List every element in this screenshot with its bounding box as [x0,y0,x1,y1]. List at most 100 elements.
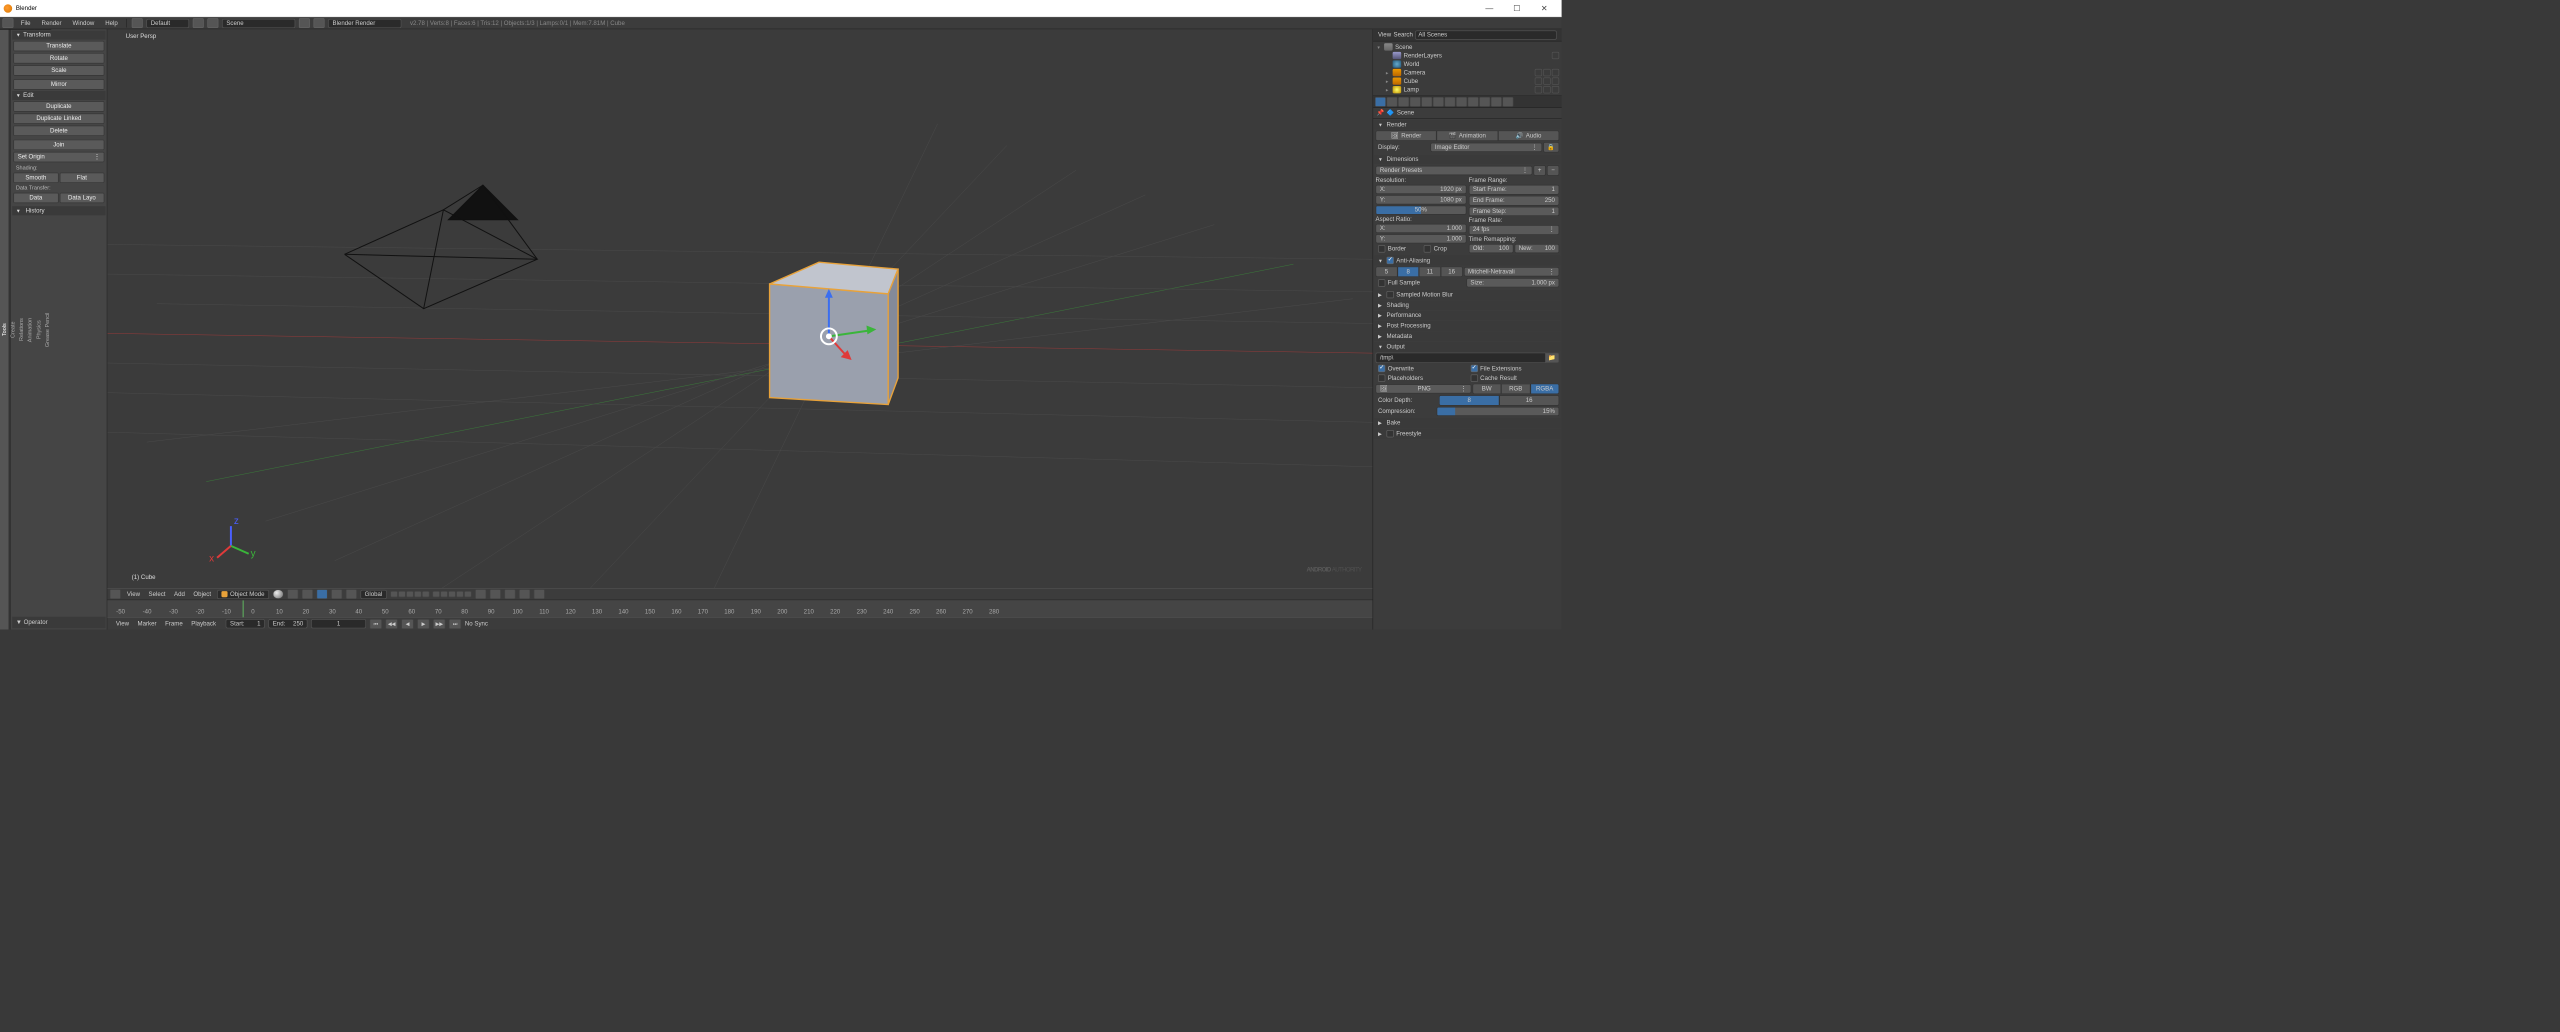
full-sample-checkbox[interactable] [1378,279,1385,286]
layer-buttons[interactable] [390,591,471,597]
viewmenu-select[interactable]: Select [146,590,168,598]
crop-checkbox[interactable] [1424,245,1431,252]
fps-dropdown[interactable]: 24 fps⋮ [1469,225,1560,235]
rotate-manipulator-icon[interactable] [331,589,342,599]
viewmenu-object[interactable]: Object [191,590,214,598]
tab-relations[interactable]: Relations [17,29,26,629]
lock-camera-icon[interactable] [475,589,486,599]
aspect-y-field[interactable]: Y:1.000 [1376,234,1467,243]
outliner-search[interactable]: Search [1394,32,1413,39]
outliner-tree[interactable]: ▾SceneRenderLayersWorld▸Camera▸Cube▸Lamp [1373,41,1561,95]
frame-step-prop[interactable]: Frame Step:1 [1469,206,1560,216]
depth-8[interactable]: 8 [1439,395,1499,405]
screen-layout-dropdown[interactable]: Default [146,19,189,28]
render-presets-dropdown[interactable]: Render Presets⋮ [1376,166,1533,175]
remove-layout-button[interactable] [207,18,218,28]
output-path-field[interactable]: /tmp\ [1376,353,1546,363]
color-rgba[interactable]: RGBA [1530,384,1559,394]
tlmenu-marker[interactable]: Marker [135,620,159,628]
renderable-icon[interactable] [1552,77,1559,84]
renderable-icon[interactable] [1552,86,1559,93]
color-rgb[interactable]: RGB [1501,384,1530,394]
tab-material-icon[interactable] [1468,97,1479,107]
aa-8[interactable]: 8 [1397,267,1419,277]
snap-type-icon[interactable] [504,589,515,599]
freestyle-panel-header[interactable]: ▶Freestyle [1374,429,1560,439]
translate-manipulator-icon[interactable] [316,589,327,599]
res-percent-field[interactable]: 50% [1376,206,1467,215]
tab-tools[interactable]: Tools [0,29,9,629]
pivot-button[interactable] [287,589,298,599]
performance-panel-header[interactable]: ▶Performance [1374,311,1560,320]
tab-texture-icon[interactable] [1479,97,1490,107]
copy-pose-icon[interactable] [534,589,545,599]
tlmenu-view[interactable]: View [113,620,131,628]
border-checkbox[interactable] [1378,245,1385,252]
menu-window[interactable]: Window [69,19,98,27]
scene-dropdown[interactable]: Scene [222,19,295,28]
play-reverse-button[interactable]: ◀ [401,619,413,629]
menu-file[interactable]: File [17,19,34,27]
tab-render-layers-icon[interactable] [1387,97,1398,107]
remove-scene-button[interactable] [314,18,325,28]
sync-dropdown[interactable]: No Sync [465,620,514,627]
outliner-view[interactable]: View [1378,32,1391,39]
animation-button[interactable]: 🎬Animation [1437,131,1498,141]
tab-animation[interactable]: Animation [26,29,35,629]
dimensions-panel-header[interactable]: ▼Dimensions [1374,155,1560,164]
scale-manipulator-icon[interactable] [346,589,357,599]
selectable-icon[interactable] [1543,77,1550,84]
overwrite-checkbox[interactable] [1378,365,1385,372]
outliner-node-world[interactable]: World [1373,60,1561,69]
add-scene-button[interactable] [299,18,310,28]
add-layout-button[interactable] [193,18,204,28]
render-panel-header[interactable]: ▼Render [1374,120,1560,129]
tlmenu-playback[interactable]: Playback [189,620,219,628]
tab-scene-icon[interactable] [1398,97,1409,107]
viewport-3d[interactable]: User Persp [107,29,1372,588]
remove-preset-button[interactable]: − [1547,165,1559,175]
jump-end-button[interactable]: ⏭ [449,619,461,629]
compression-field[interactable]: 15% [1436,407,1559,416]
fileext-checkbox[interactable] [1470,365,1477,372]
remap-old-field[interactable]: Old:100 [1469,244,1514,253]
maximize-button[interactable]: ☐ [1503,0,1530,17]
start-frame-prop[interactable]: Start Frame:1 [1469,185,1560,195]
viewmenu-view[interactable]: View [124,590,142,598]
minimize-button[interactable]: — [1476,0,1503,17]
add-preset-button[interactable]: + [1534,165,1546,175]
tab-data-icon[interactable] [1456,97,1467,107]
viewmenu-add[interactable]: Add [172,590,188,598]
depth-16[interactable]: 16 [1499,395,1559,405]
tab-create[interactable]: Create [9,29,18,629]
shading-panel-header[interactable]: ▶Shading [1374,301,1560,310]
placeholders-checkbox[interactable] [1378,375,1385,382]
back-button[interactable] [132,18,143,28]
outliner-filter-dropdown[interactable]: All Scenes [1415,31,1556,40]
orientation-dropdown[interactable]: Global [360,590,386,599]
res-x-field[interactable]: X:1920 px [1376,185,1467,194]
tab-physics-icon[interactable] [1502,97,1513,107]
aa-enable-checkbox[interactable] [1387,257,1394,264]
menu-render[interactable]: Render [38,19,65,27]
tab-constraints-icon[interactable] [1433,97,1444,107]
aa-5[interactable]: 5 [1376,267,1398,277]
tab-particles-icon[interactable] [1491,97,1502,107]
close-button[interactable]: ✕ [1530,0,1557,17]
browse-folder-icon[interactable]: 📁 [1546,353,1559,363]
menu-help[interactable]: Help [102,19,122,27]
lock-ui-button[interactable]: 🔒 [1543,142,1559,152]
outliner-node-camera[interactable]: ▸Camera [1373,68,1561,77]
tlmenu-frame[interactable]: Frame [163,620,186,628]
selectable-icon[interactable] [1543,86,1550,93]
data-layout-button[interactable]: Data Layo [59,193,104,203]
visibility-icon[interactable] [1535,86,1542,93]
outliner-node-cube[interactable]: ▸Cube [1373,77,1561,86]
jump-start-button[interactable]: ⏮ [370,619,382,629]
manipulator-toggle[interactable] [302,589,313,599]
editor-type-3dview-icon[interactable] [110,589,121,599]
render-preview-icon[interactable] [519,589,530,599]
end-frame-prop[interactable]: End Frame:250 [1469,196,1560,206]
snap-icon[interactable] [490,589,501,599]
timeline-area[interactable]: -50-40-30-20-100102030405060708090100110… [107,600,1372,617]
